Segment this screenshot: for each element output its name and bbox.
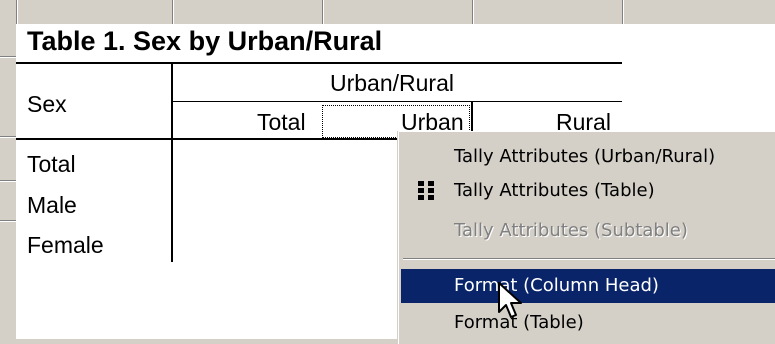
table-title[interactable]: Table 1. Sex by Urban/Rural — [27, 26, 382, 57]
row-label-male[interactable]: Male — [27, 192, 77, 219]
arrow-cursor-icon — [498, 282, 522, 318]
column-divider[interactable] — [622, 0, 623, 24]
column-divider[interactable] — [172, 0, 173, 24]
column-header-strip — [0, 0, 775, 24]
row-header-sex[interactable]: Sex — [27, 91, 67, 118]
row-label-total[interactable]: Total — [27, 151, 76, 178]
grid-icon — [418, 181, 436, 201]
menu-item-tally-attributes-urban-rural[interactable]: Tally Attributes (Urban/Rural) — [401, 140, 775, 174]
menu-item-tally-attributes-table[interactable]: Tally Attributes (Table) — [401, 174, 775, 208]
menu-item-label: Tally Attributes (Urban/Rural) — [454, 146, 716, 167]
row-label-female[interactable]: Female — [27, 232, 104, 259]
row-divider[interactable] — [0, 56, 16, 57]
row-divider[interactable] — [0, 220, 16, 221]
column-divider[interactable] — [16, 0, 17, 24]
row-divider[interactable] — [0, 136, 16, 137]
menu-item-tally-attributes-subtable[interactable]: Tally Attributes (Subtable) — [401, 214, 775, 248]
context-menu: Tally Attributes (Urban/Rural) Tally Att… — [398, 131, 775, 344]
column-divider[interactable] — [322, 0, 323, 24]
menu-item-label: Tally Attributes (Table) — [454, 180, 655, 201]
column-group-header[interactable]: Urban/Rural — [330, 70, 454, 97]
menu-item-format-table[interactable]: Format (Table) — [401, 306, 775, 340]
menu-separator — [403, 258, 775, 259]
stub-divider — [171, 62, 173, 262]
menu-item-format-column-head[interactable]: Format (Column Head) — [401, 269, 775, 303]
menu-item-label: Tally Attributes (Subtable) — [454, 220, 688, 241]
column-divider[interactable] — [472, 0, 473, 24]
column-header-total[interactable]: Total — [257, 109, 306, 136]
row-divider[interactable] — [0, 180, 16, 181]
column-divider-rural — [471, 102, 473, 131]
column-group-rule — [172, 101, 622, 102]
row-gutter — [0, 24, 16, 339]
menu-item-label: Format (Column Head) — [454, 275, 659, 296]
table-top-rule — [16, 62, 622, 64]
